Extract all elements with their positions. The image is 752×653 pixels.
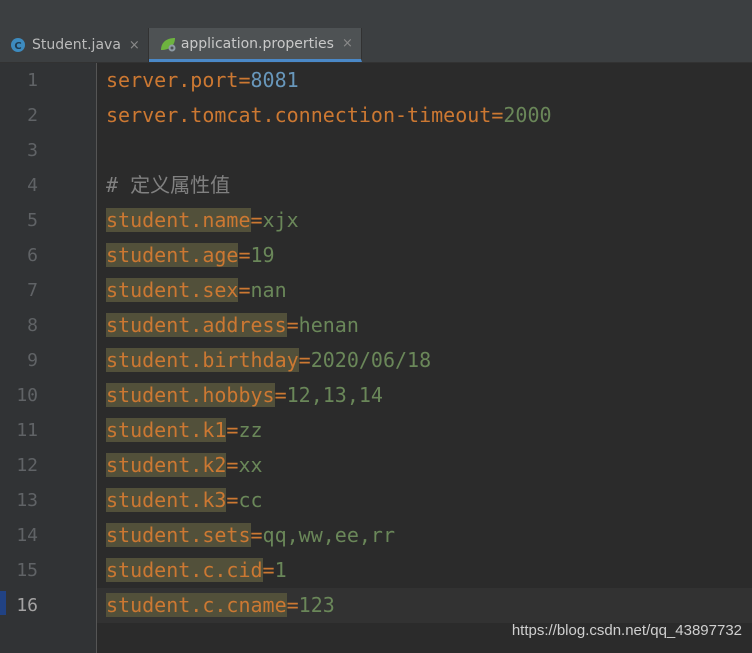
tab-label: Student.java (32, 37, 121, 53)
code-line[interactable]: student.k2=xx (106, 448, 263, 483)
code-line[interactable]: student.k1=zz (106, 413, 263, 448)
property-value: 2020/06/18 (310, 348, 432, 372)
code-line[interactable]: server.port=8081 (106, 63, 299, 98)
equals-sign: = (286, 313, 299, 337)
property-value: 12,13,14 (286, 383, 383, 407)
line-number: 8 (27, 315, 38, 336)
code-line[interactable]: student.age=19 (106, 238, 275, 273)
property-key: student.k1 (106, 418, 227, 442)
close-icon[interactable]: × (342, 36, 353, 51)
equals-sign: = (250, 523, 263, 547)
property-value: xjx (262, 208, 299, 232)
equals-sign: = (262, 558, 275, 582)
property-key: student.sex (106, 278, 239, 302)
window-top-bar (0, 0, 752, 29)
line-number: 13 (16, 490, 38, 511)
property-key: student.c.cid (106, 558, 263, 582)
close-icon[interactable]: × (129, 38, 140, 53)
property-key: student.birthday (106, 348, 299, 372)
code-line[interactable]: student.address=henan (106, 308, 359, 343)
code-line[interactable]: student.k3=cc (106, 483, 263, 518)
property-value: nan (250, 278, 287, 302)
line-number: 1 (27, 70, 38, 91)
property-value: henan (298, 313, 359, 337)
property-key: server.tomcat.connection-timeout (106, 103, 492, 127)
code-line[interactable]: server.tomcat.connection-timeout=2000 (106, 98, 552, 133)
watermark-url: https://blog.csdn.net/qq_43897732 (511, 622, 742, 639)
code-line[interactable]: student.hobbys=12,13,14 (106, 378, 383, 413)
property-key: student.name (106, 208, 251, 232)
line-number: 3 (27, 140, 38, 161)
tab-application-properties[interactable]: application.properties × (148, 28, 362, 62)
line-number: 12 (16, 455, 38, 476)
equals-sign: = (226, 488, 239, 512)
equals-sign: = (298, 348, 311, 372)
code-line[interactable]: student.birthday=2020/06/18 (106, 343, 431, 378)
property-value: 19 (250, 243, 275, 267)
tab-student-java[interactable]: C Student.java × (0, 28, 149, 62)
line-number: 15 (16, 560, 38, 581)
property-key: student.k2 (106, 453, 227, 477)
property-value: 8081 (250, 68, 299, 92)
code-line[interactable]: student.sets=qq,ww,ee,rr (106, 518, 395, 553)
property-value: 2000 (503, 103, 552, 127)
equals-sign: = (226, 418, 239, 442)
equals-sign: = (238, 278, 251, 302)
java-class-icon: C (10, 37, 26, 53)
property-key: student.sets (106, 523, 251, 547)
line-number: 10 (16, 385, 38, 406)
line-number-gutter: 1 2 3 4 5 6 7 8 9 10 11 12 13 14 15 16 (0, 63, 97, 653)
svg-text:C: C (14, 41, 21, 52)
property-key: student.address (106, 313, 287, 337)
equals-sign: = (250, 208, 263, 232)
property-value: xx (238, 453, 263, 477)
property-key: student.age (106, 243, 239, 267)
comment: # 定义属性值 (106, 173, 231, 197)
spring-leaf-icon (159, 36, 176, 52)
property-key: student.hobbys (106, 383, 275, 407)
property-value: cc (238, 488, 263, 512)
property-value: 123 (298, 593, 335, 617)
equals-sign: = (238, 68, 251, 92)
line-number-current: 16 (16, 595, 38, 616)
line-number: 6 (27, 245, 38, 266)
code-line-current[interactable]: student.c.cname=123 (106, 588, 335, 623)
equals-sign: = (491, 103, 504, 127)
line-number: 4 (27, 175, 38, 196)
editor-tab-bar: C Student.java × application.properties … (0, 28, 752, 63)
line-number: 5 (27, 210, 38, 231)
line-number: 9 (27, 350, 38, 371)
code-line[interactable]: student.name=xjx (106, 203, 299, 238)
tab-label: application.properties (180, 35, 334, 52)
code-line[interactable]: # 定义属性值 (106, 168, 230, 203)
equals-sign: = (286, 593, 299, 617)
line-number: 7 (27, 280, 38, 301)
property-value: qq,ww,ee,rr (262, 523, 395, 547)
property-value: zz (238, 418, 263, 442)
property-key: server.port (106, 68, 239, 92)
line-number: 14 (16, 525, 38, 546)
line-number: 2 (27, 105, 38, 126)
code-line[interactable]: student.c.cid=1 (106, 553, 287, 588)
property-key: student.k3 (106, 488, 227, 512)
code-line[interactable]: student.sex=nan (106, 273, 287, 308)
equals-sign: = (238, 243, 251, 267)
equals-sign: = (274, 383, 287, 407)
equals-sign: = (226, 453, 239, 477)
line-number: 11 (16, 420, 38, 441)
property-key: student.c.cname (106, 593, 287, 617)
property-value: 1 (274, 558, 287, 582)
